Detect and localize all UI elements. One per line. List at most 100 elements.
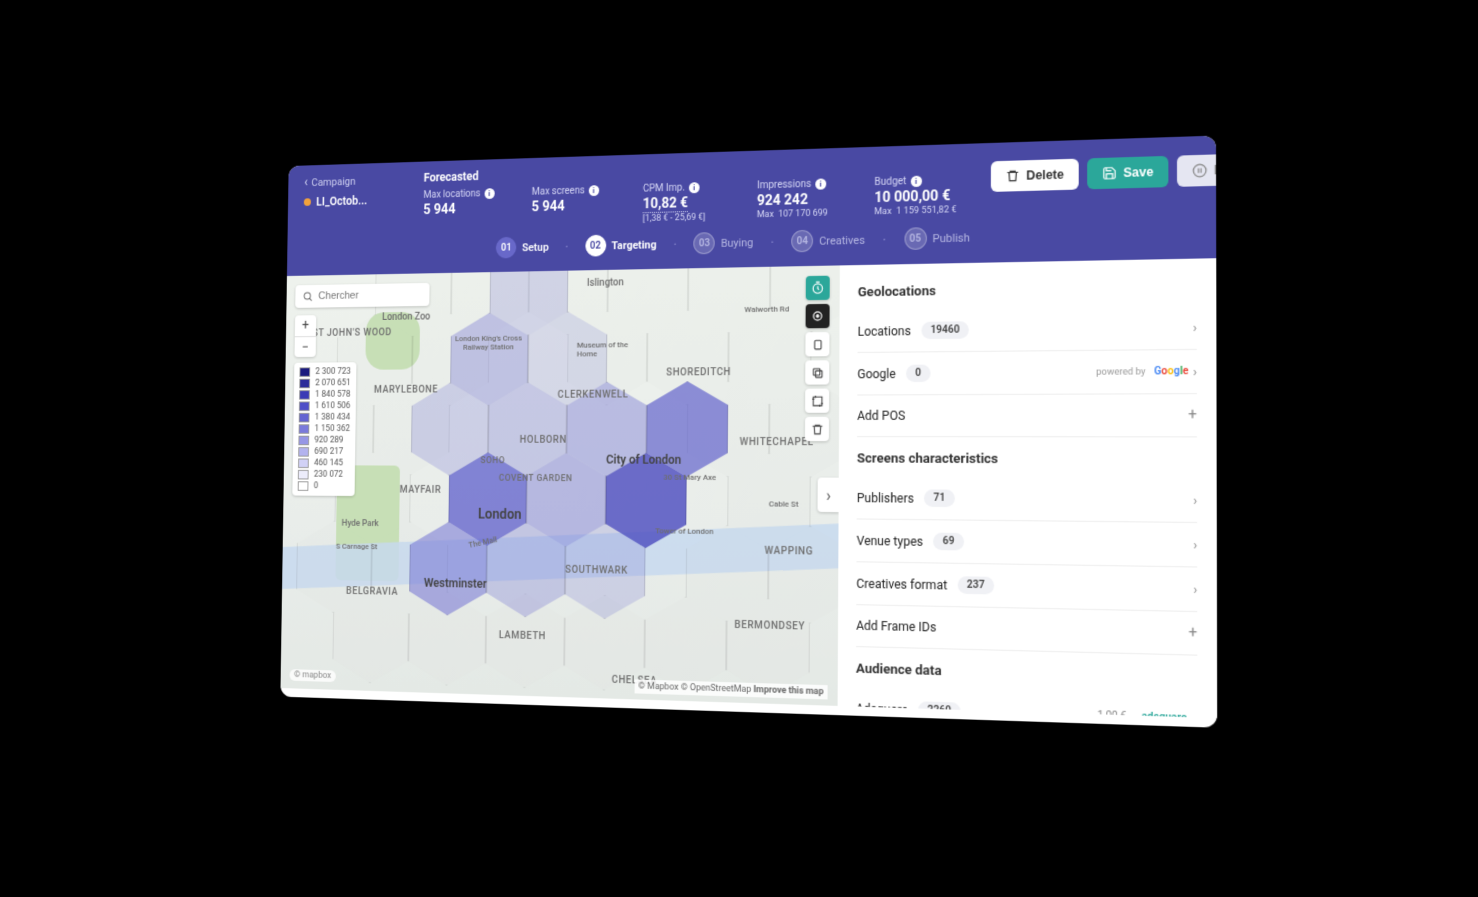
- count-badge: 2260: [918, 701, 960, 718]
- row-add-frame-ids[interactable]: Add Frame IDs +: [856, 605, 1197, 656]
- campaign-name: LI_Octob...: [304, 193, 402, 209]
- district-label: SOUTHWARK: [565, 565, 628, 577]
- legend-value: 1 840 578: [315, 390, 351, 400]
- step-creatives[interactable]: 04Creatives: [791, 229, 865, 253]
- legend-value: 1 150 362: [314, 424, 350, 434]
- tool-crop-button[interactable]: [805, 389, 829, 413]
- search-input[interactable]: [318, 289, 422, 302]
- header: Campaign LI_Octob... Forecasted Max loca…: [287, 136, 1216, 276]
- info-icon[interactable]: i: [689, 182, 700, 193]
- step-setup[interactable]: 01Setup: [496, 236, 549, 258]
- search-icon: [302, 290, 313, 303]
- legend-swatch-icon: [299, 379, 310, 389]
- legend-value: 690 217: [314, 447, 343, 457]
- legend-row: 230 072: [298, 469, 350, 481]
- plus-icon: +: [1188, 407, 1197, 424]
- legend-value: 0: [314, 481, 319, 491]
- pause-button[interactable]: Pause: [1177, 153, 1217, 187]
- row-google[interactable]: Google0 powered by Google ›: [857, 350, 1197, 396]
- map[interactable]: ST JOHN'S WOOD London Zoo Islington MARY…: [281, 265, 840, 705]
- legend-row: 0: [298, 480, 350, 492]
- map-legend: 2 300 7232 070 651 1 840 5781 610 5061 38…: [292, 362, 356, 496]
- legend-row: 1 610 506: [299, 400, 351, 412]
- tool-trash-button[interactable]: [805, 417, 829, 441]
- tool-rectangle-button[interactable]: [805, 332, 829, 356]
- legend-row: 1 380 434: [299, 412, 351, 423]
- legend-swatch-icon: [298, 458, 309, 468]
- district-label: SOHO: [480, 456, 505, 466]
- district-label: Islington: [587, 277, 624, 288]
- chevron-right-icon: ›: [1193, 537, 1197, 552]
- zoom-in-button[interactable]: +: [295, 315, 316, 336]
- count-badge: 237: [958, 576, 995, 594]
- tool-timer-button[interactable]: [806, 276, 830, 301]
- legend-row: 920 289: [298, 435, 350, 446]
- tool-copy-button[interactable]: [805, 360, 829, 384]
- district-label: WHITECHAPEL: [740, 437, 814, 448]
- save-button[interactable]: Save: [1087, 156, 1168, 189]
- poi-label: Museum of the Home: [577, 340, 634, 358]
- google-logo-icon: Google: [1154, 366, 1189, 378]
- zoom-out-button[interactable]: −: [294, 336, 315, 357]
- row-add-pos[interactable]: Add POS +: [857, 394, 1197, 437]
- legend-swatch-icon: [299, 413, 310, 423]
- district-label: HOLBORN: [520, 435, 567, 446]
- legend-value: 1 610 506: [315, 401, 351, 411]
- district-label: Westminster: [424, 576, 487, 591]
- row-locations[interactable]: Locations19460 ›: [857, 306, 1196, 353]
- district-label: COVENT GARDEN: [499, 474, 573, 484]
- legend-row: 690 217: [298, 446, 350, 458]
- district-label: MARYLEBONE: [374, 385, 438, 396]
- improve-map-link[interactable]: Improve this map: [753, 685, 823, 697]
- adsquare-logo-icon: adsquare: [1142, 711, 1187, 718]
- count-badge: 19460: [921, 321, 969, 339]
- info-icon[interactable]: i: [815, 178, 826, 189]
- district-label: BELGRAVIA: [346, 586, 398, 598]
- map-search[interactable]: [295, 283, 429, 308]
- legend-value: 2 300 723: [315, 367, 351, 377]
- step-buying[interactable]: 03Buying: [694, 231, 754, 254]
- legend-row: 460 145: [298, 458, 350, 470]
- trash-icon: [1005, 169, 1020, 184]
- row-adsquare[interactable]: Adsquare2260 1,00 € adsquare ›: [856, 687, 1198, 718]
- legend-value: 230 072: [314, 470, 343, 480]
- district-label: ST JOHN'S WOOD: [312, 327, 391, 338]
- legend-row: 2 070 651: [299, 378, 351, 390]
- chevron-right-icon: ›: [1193, 320, 1197, 335]
- panel-expand-button[interactable]: ›: [818, 478, 840, 513]
- district-label: BERMONDSEY: [734, 620, 805, 633]
- info-icon[interactable]: i: [588, 185, 598, 196]
- delete-button[interactable]: Delete: [991, 159, 1079, 192]
- row-creatives-format[interactable]: Creatives format237 ›: [856, 562, 1197, 612]
- legend-swatch-icon: [299, 424, 310, 434]
- city-label: City of London: [606, 453, 681, 467]
- legend-swatch-icon: [298, 436, 309, 446]
- price-label: 1,00 €: [1097, 710, 1126, 718]
- map-tools: [805, 276, 830, 441]
- step-publish[interactable]: 05Publish: [904, 226, 970, 250]
- targeting-panel: Geolocations Locations19460 › Google0 po…: [838, 258, 1218, 718]
- district-label: WAPPING: [764, 546, 813, 558]
- district-label: CLERKENWELL: [558, 390, 629, 401]
- step-targeting[interactable]: 02Targeting: [585, 234, 657, 257]
- info-icon[interactable]: i: [910, 176, 921, 187]
- legend-swatch-icon: [298, 481, 309, 491]
- plus-icon: +: [1189, 625, 1198, 642]
- district-label: MAYFAIR: [400, 485, 442, 496]
- app-window: Campaign LI_Octob... Forecasted Max loca…: [280, 136, 1217, 728]
- legend-swatch-icon: [299, 367, 310, 377]
- legend-swatch-icon: [299, 390, 310, 400]
- save-icon: [1102, 166, 1117, 181]
- info-icon[interactable]: i: [484, 188, 494, 199]
- mapbox-logo: © mapbox: [289, 669, 335, 682]
- legend-value: 2 070 651: [315, 378, 351, 388]
- row-venue-types[interactable]: Venue types69 ›: [856, 519, 1197, 567]
- district-label: SHOREDITCH: [666, 367, 731, 378]
- legend-row: 2 300 723: [299, 366, 350, 378]
- metric-budget: Budgeti 10 000,00 € Max 1 159 551,82 €: [874, 174, 966, 218]
- legend-value: 460 145: [314, 459, 343, 469]
- metric-max-screens: Max screensi 5 944: [531, 185, 616, 227]
- tool-locate-button[interactable]: [806, 304, 830, 328]
- row-publishers[interactable]: Publishers71 ›: [857, 477, 1197, 523]
- back-to-campaign[interactable]: Campaign: [304, 172, 402, 190]
